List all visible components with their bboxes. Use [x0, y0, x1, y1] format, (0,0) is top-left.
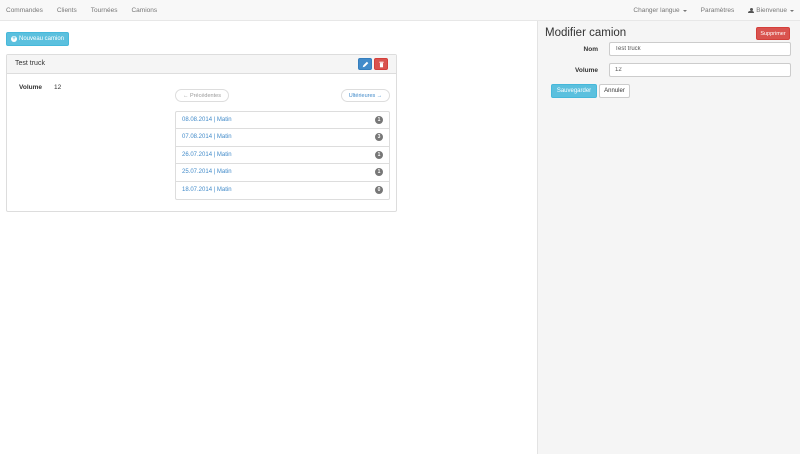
list-item: 26.07.2014 | Matin 1: [176, 147, 389, 165]
pencil-icon: [362, 61, 369, 68]
nav-item-camions[interactable]: Camions: [131, 7, 157, 14]
user-dropdown[interactable]: Bienvenue: [748, 7, 794, 14]
tours-list: 08.08.2014 | Matin 1 07.08.2014 | Matin …: [175, 111, 390, 200]
nav-right-menu: Changer langue Paramètres Bienvenue: [619, 0, 794, 21]
tour-count-badge: 1: [375, 168, 383, 177]
list-item: 18.07.2014 | Matin 0: [176, 182, 389, 199]
list-item: 07.08.2014 | Matin 3: [176, 129, 389, 147]
tour-link[interactable]: 08.08.2014 | Matin: [182, 117, 232, 123]
volume-field[interactable]: [609, 63, 791, 77]
previous-page-button[interactable]: ← Précédentes: [175, 89, 229, 102]
nav-menu: Commandes Clients Tournées Camions: [6, 0, 171, 21]
new-truck-button[interactable]: + Nouveau camion: [6, 32, 69, 46]
cancel-button[interactable]: Annuler: [599, 84, 630, 98]
tour-count-badge: 3: [375, 133, 383, 142]
list-item: 08.08.2014 | Matin 1: [176, 112, 389, 130]
name-field[interactable]: [609, 42, 791, 56]
caret-down-icon: [790, 9, 794, 12]
edit-truck-sidebar: Modifier camion Supprimer Nom Volume Sau…: [537, 21, 800, 454]
edit-truck-button[interactable]: [358, 58, 372, 70]
truck-panel: Test truck Volume 12 ← Précédentes Ultér…: [6, 54, 397, 212]
tour-count-badge: 1: [375, 150, 383, 159]
edit-truck-title: Modifier camion: [545, 27, 627, 39]
nav-item-clients[interactable]: Clients: [57, 7, 77, 14]
tour-link[interactable]: 07.08.2014 | Matin: [182, 134, 232, 140]
caret-down-icon: [682, 9, 687, 12]
delete-truck-button[interactable]: [374, 58, 388, 70]
tour-link[interactable]: 26.07.2014 | Matin: [182, 152, 232, 158]
settings-link[interactable]: Paramètres: [701, 7, 735, 14]
plus-circle-icon: +: [10, 36, 17, 42]
name-label: Nom: [583, 46, 598, 53]
save-button[interactable]: Sauvegarder: [551, 84, 597, 98]
truck-panel-title: Test truck: [15, 60, 45, 67]
trash-icon: [379, 61, 384, 68]
language-dropdown-label: Changer langue: [633, 7, 680, 14]
tour-link[interactable]: 18.07.2014 | Matin: [182, 187, 232, 193]
user-icon: [748, 7, 755, 14]
tour-count-badge: 1: [375, 116, 383, 124]
top-navbar: Commandes Clients Tournées Camions Chang…: [0, 0, 800, 21]
nav-item-commandes[interactable]: Commandes: [6, 7, 43, 14]
volume-label: Volume: [19, 84, 42, 91]
nav-item-tournees[interactable]: Tournées: [91, 7, 118, 14]
truck-panel-heading: Test truck: [7, 55, 396, 74]
next-page-button[interactable]: Ultérieures →: [341, 89, 390, 102]
volume-field-label: Volume: [575, 67, 598, 74]
delete-button[interactable]: Supprimer: [756, 27, 790, 40]
list-item: 25.07.2014 | Matin 1: [176, 164, 389, 182]
tour-link[interactable]: 25.07.2014 | Matin: [182, 169, 232, 175]
language-dropdown[interactable]: Changer langue: [633, 7, 687, 14]
new-truck-button-label: Nouveau camion: [18, 36, 65, 42]
tour-count-badge: 0: [375, 185, 383, 194]
user-dropdown-label: Bienvenue: [756, 7, 787, 14]
volume-value: 12: [54, 84, 62, 91]
